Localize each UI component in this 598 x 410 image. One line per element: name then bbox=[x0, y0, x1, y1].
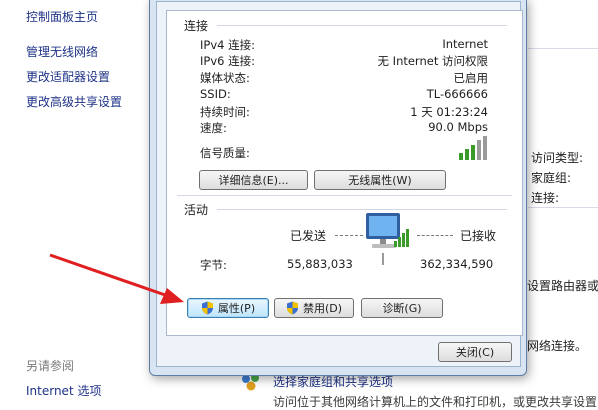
group-divider bbox=[217, 209, 507, 210]
media-state-value: 已启用 bbox=[453, 71, 489, 85]
ssid-value: TL-666666 bbox=[426, 87, 488, 101]
connections-label: 连接: bbox=[531, 191, 560, 205]
sent-line bbox=[335, 235, 363, 236]
speed-value: 90.0 Mbps bbox=[428, 120, 488, 134]
homegroup-label: 家庭组: bbox=[531, 171, 572, 185]
ipv4-value: Internet bbox=[442, 37, 488, 51]
dialog-body: 连接 IPv4 连接: Internet IPv6 连接: 无 Internet… bbox=[156, 1, 523, 367]
control-panel-home-link[interactable]: 控制面板主页 bbox=[26, 8, 98, 25]
change-adapter-settings-link[interactable]: 更改适配器设置 bbox=[26, 68, 110, 85]
diagnose-button[interactable]: 诊断(G) bbox=[361, 298, 443, 318]
signal-strength-icon bbox=[459, 136, 487, 160]
received-label: 已接收 bbox=[460, 229, 497, 243]
see-also-title: 另请参阅 bbox=[26, 359, 75, 373]
properties-button-label: 属性(P) bbox=[217, 302, 256, 315]
group-divider bbox=[217, 25, 507, 26]
internet-options-link[interactable]: Internet 选项 bbox=[26, 382, 101, 399]
wireless-properties-button-label: 无线属性(W) bbox=[348, 174, 412, 187]
activity-group-title: 活动 bbox=[184, 203, 209, 217]
manage-wireless-networks-link[interactable]: 管理无线网络 bbox=[26, 43, 98, 60]
bytes-sent-value: 55,883,033 bbox=[287, 257, 353, 271]
wlan-status-dialog: 连接 IPv4 连接: Internet IPv6 连接: 无 Internet… bbox=[149, 0, 527, 376]
disable-button-label: 禁用(D) bbox=[302, 302, 343, 315]
details-button[interactable]: 详细信息(E)... bbox=[199, 170, 308, 190]
section-divider bbox=[177, 195, 512, 196]
duration-value: 1 天 01:23:24 bbox=[410, 105, 488, 119]
media-state-label: 媒体状态: bbox=[200, 71, 250, 85]
duration-label: 持续时间: bbox=[200, 105, 250, 119]
bytes-received-value: 362,334,590 bbox=[420, 257, 494, 271]
connection-group-title: 连接 bbox=[184, 19, 209, 33]
wireless-properties-button[interactable]: 无线属性(W) bbox=[314, 170, 446, 190]
uac-shield-icon bbox=[286, 301, 298, 315]
close-button[interactable]: 关闭(C) bbox=[438, 342, 512, 362]
bytes-label: 字节: bbox=[200, 258, 227, 272]
homegroup-description: 访问位于其他网络计算机上的文件和打印机，或更改共享设置 bbox=[273, 395, 598, 409]
ipv6-value: 无 Internet 访问权限 bbox=[377, 54, 488, 68]
network-connection-text: 网络连接。 bbox=[527, 339, 588, 353]
ipv4-label: IPv4 连接: bbox=[200, 38, 255, 52]
ipv6-label: IPv6 连接: bbox=[200, 54, 255, 68]
uac-shield-icon bbox=[201, 301, 213, 315]
divider bbox=[528, 207, 598, 208]
disable-button[interactable]: 禁用(D) bbox=[274, 298, 354, 318]
change-advanced-sharing-link[interactable]: 更改高级共享设置 bbox=[26, 93, 122, 110]
computer-icon bbox=[366, 213, 409, 265]
router-setup-text: 设置路由器或 bbox=[527, 279, 598, 293]
general-tab-panel: 连接 IPv4 连接: Internet IPv6 连接: 无 Internet… bbox=[166, 10, 523, 336]
control-panel-left-pane: 控制面板主页 管理无线网络 更改适配器设置 更改高级共享设置 另请参阅 Inte… bbox=[0, 0, 150, 403]
ssid-label: SSID: bbox=[200, 87, 231, 101]
access-type-label: 访问类型: bbox=[531, 151, 584, 165]
received-line bbox=[417, 235, 453, 236]
divider bbox=[528, 48, 598, 49]
properties-button[interactable]: 属性(P) bbox=[187, 298, 269, 318]
speed-label: 速度: bbox=[200, 121, 227, 135]
close-button-label: 关闭(C) bbox=[455, 346, 495, 359]
sent-label: 已发送 bbox=[290, 229, 327, 243]
signal-quality-label: 信号质量: bbox=[200, 146, 250, 160]
diagnose-button-label: 诊断(G) bbox=[382, 302, 422, 315]
details-button-label: 详细信息(E)... bbox=[218, 174, 289, 187]
